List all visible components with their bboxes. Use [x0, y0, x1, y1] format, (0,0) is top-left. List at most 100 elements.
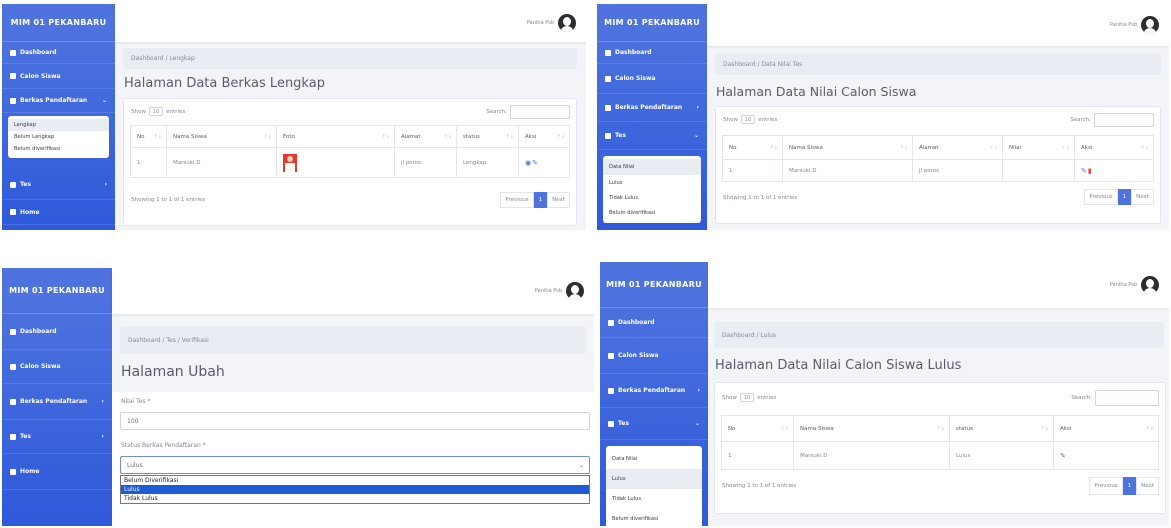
submenu-item-tidak-lulus[interactable]: Tidak Lulus: [606, 489, 702, 509]
sidebar-item-home[interactable]: Home: [2, 200, 115, 225]
brand[interactable]: MIM 01 PEKANBARU: [600, 262, 708, 308]
user-name[interactable]: Panitia Psb: [1110, 282, 1137, 288]
sidebar-item-berkas-pendaftaran[interactable]: Berkas Pendaftaran ›: [597, 94, 707, 122]
breadcrumb: Dashboard / Lengkap: [123, 48, 577, 69]
submenu-item-belum-lengkap[interactable]: Belum Lengkap: [8, 131, 109, 143]
column-header[interactable]: No ↑↓: [722, 135, 783, 160]
column-header[interactable]: Alamat ↑↓: [394, 125, 457, 148]
sidebar-item-calon-siswa[interactable]: Calon Siswa: [597, 64, 707, 94]
chevron-right-icon: ›: [696, 104, 699, 111]
submenu-item-lulus[interactable]: Lulus: [603, 175, 701, 190]
sidebar-item-dashboard[interactable]: Dashboard: [2, 314, 112, 350]
sidebar-item-tes[interactable]: Tes ⌄: [597, 122, 707, 150]
column-header[interactable]: status ↑↓: [456, 125, 519, 148]
sidebar-item-dashboard[interactable]: Dashboard: [597, 42, 707, 64]
next-button[interactable]: Next: [1136, 477, 1159, 495]
previous-button[interactable]: Previous: [500, 192, 534, 208]
submenu-item-data-nilai[interactable]: Data Nilai: [603, 159, 701, 175]
user-name[interactable]: Panitia Psb: [1110, 22, 1137, 28]
search-input[interactable]: [1095, 390, 1159, 406]
status-berkas-label: Status Berkas Pendaftaran *: [121, 442, 206, 449]
sidebar-item-berkas-pendaftaran[interactable]: Berkas Pendaftaran ⌄: [2, 89, 115, 113]
column-header[interactable]: Nilai ↑↓: [1002, 135, 1075, 160]
column-header[interactable]: status ↑↓: [949, 415, 1054, 442]
column-header[interactable]: Alamat ↑↓: [912, 135, 1003, 160]
column-header[interactable]: Aksi ↑↓: [518, 125, 570, 148]
entries-select[interactable]: 10: [148, 107, 164, 116]
entries-control: Show 10 entries: [722, 393, 776, 402]
search-input[interactable]: [1094, 113, 1154, 127]
submenu-item-lulus[interactable]: Lulus: [606, 469, 702, 489]
sidebar-item-calon-siswa[interactable]: Calon Siswa: [2, 64, 115, 89]
column-header[interactable]: Nama Siswa ↑↓: [166, 125, 277, 148]
brand[interactable]: MIM 01 PEKANBARU: [2, 268, 112, 314]
option-tidak-lulus[interactable]: Tidak Lulus: [121, 494, 589, 503]
sidebar-item-tes[interactable]: Tes ›: [2, 170, 115, 200]
page-title: Halaman Ubah: [121, 364, 225, 380]
table-row: 1 Marsuki.D jl poros ✎▮: [722, 159, 1154, 182]
chevron-right-icon: ›: [697, 387, 700, 394]
column-header[interactable]: No ↑↓: [721, 415, 794, 442]
sidebar-item-tes[interactable]: Tes ›: [2, 420, 112, 454]
sidebar-item-label: Berkas Pendaftaran: [20, 398, 88, 405]
page-1-button[interactable]: 1: [533, 192, 548, 208]
page-title: Halaman Data Nilai Calon Siswa: [716, 84, 917, 99]
cell-status: Lulus: [949, 441, 1054, 470]
edit-icon[interactable]: ✎: [1060, 452, 1067, 460]
chevron-down-icon: ⌄: [101, 97, 107, 104]
submenu-item-belum-diverifikasi[interactable]: Belum diverifikasi: [606, 509, 702, 526]
sidebar-item-berkas-pendaftaran[interactable]: Berkas Pendaftaran ›: [600, 374, 708, 408]
page-1-button[interactable]: 1: [1117, 189, 1132, 205]
status-berkas-select[interactable]: Lulus ⌄: [120, 456, 590, 474]
submenu-item-lengkap[interactable]: Lengkap: [8, 119, 109, 131]
user-name[interactable]: Panitia Psb: [535, 288, 562, 294]
edit-icon[interactable]: ✎: [532, 159, 539, 167]
avatar[interactable]: [1141, 16, 1159, 34]
submenu-item-tidak-lulus[interactable]: Tidak Lulus: [603, 190, 701, 205]
page-1-button[interactable]: 1: [1122, 477, 1137, 495]
nilai-tes-input[interactable]: 100: [120, 412, 590, 430]
next-button[interactable]: Next: [1131, 189, 1154, 205]
option-lulus[interactable]: Lulus: [121, 485, 589, 494]
brand[interactable]: MIM 01 PEKANBARU: [2, 4, 115, 42]
sidebar-item-calon-siswa[interactable]: Calon Siswa: [2, 350, 112, 384]
content: Dashboard / Lulus Halaman Data Nilai Cal…: [708, 308, 1169, 526]
next-button[interactable]: Next: [547, 192, 570, 208]
avatar[interactable]: [1141, 276, 1159, 294]
sidebar-item-dashboard[interactable]: Dashboard: [600, 308, 708, 338]
column-header[interactable]: Nama Siswa ↑↓: [782, 135, 913, 160]
cell-status: Lengkap: [456, 147, 519, 178]
user-name[interactable]: Panitia Psb: [527, 20, 554, 26]
search-input[interactable]: [510, 105, 570, 119]
avatar[interactable]: [558, 14, 576, 32]
submenu-item-belum-diverifikasi[interactable]: Belum diverifikasi: [603, 205, 701, 220]
entries-select[interactable]: 10: [739, 393, 755, 402]
sidebar-item-calon-siswa[interactable]: Calon Siswa: [600, 338, 708, 374]
column-header[interactable]: Foto ↑↓: [276, 125, 395, 148]
previous-button[interactable]: Previous: [1089, 477, 1123, 495]
option-belum-diverifikasi[interactable]: Belum Diverifikasi: [121, 476, 589, 485]
cell-alamat: jl poros: [394, 147, 457, 178]
column-header[interactable]: Aksi ↑↓: [1053, 415, 1159, 442]
column-header[interactable]: Aksi ↑↓: [1074, 135, 1154, 160]
entries-label: entries: [166, 108, 186, 115]
previous-button[interactable]: Previous: [1084, 189, 1118, 205]
brand[interactable]: MIM 01 PEKANBARU: [597, 4, 707, 42]
edit-icon[interactable]: ✎: [1081, 167, 1088, 175]
data-card: Show 10 entries Search: No ↑↓ Nama Siswa ↑↓ …: [715, 106, 1161, 224]
avatar[interactable]: [566, 282, 584, 300]
entries-select[interactable]: 10: [740, 115, 756, 124]
pagination: Previous 1 Next: [1084, 189, 1154, 205]
column-header[interactable]: No ↑↓: [130, 125, 167, 148]
data-table: No ↑↓ Nama Siswa ↑↓ Foto ↑↓ Alamat ↑↓ status…: [130, 125, 570, 178]
submenu-item-data-nilai[interactable]: Data Nilai: [606, 449, 702, 469]
sidebar-item-tes[interactable]: Tes ⌄: [600, 408, 708, 440]
submenu-item-belum-diverifikasi[interactable]: Belum diverifikasi: [8, 143, 109, 155]
trash-icon[interactable]: ▮: [1088, 167, 1093, 175]
sidebar-item-home[interactable]: Home: [2, 454, 112, 490]
form-card: Nilai Tes * 100 Status Berkas Pendaftara…: [112, 392, 594, 526]
sidebar-item-dashboard[interactable]: Dashboard: [2, 42, 115, 64]
column-header[interactable]: Nama Siswa ↑↓: [793, 415, 950, 442]
sidebar-item-berkas-pendaftaran[interactable]: Berkas Pendaftaran ›: [2, 384, 112, 420]
student-photo[interactable]: [283, 153, 297, 172]
